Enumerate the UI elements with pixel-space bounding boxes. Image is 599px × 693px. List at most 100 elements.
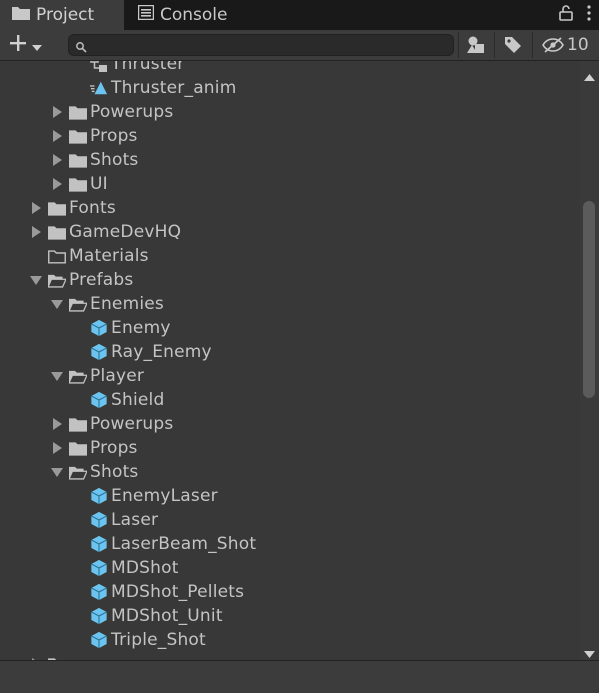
folder-item[interactable]: Shots bbox=[0, 460, 580, 484]
scrollbar-thumb[interactable] bbox=[583, 201, 595, 398]
animation-clip-icon bbox=[90, 79, 108, 97]
prefab-item[interactable]: Triple_Shot bbox=[0, 628, 580, 652]
eye-slash-icon bbox=[542, 37, 564, 53]
tree-item-label: Thruster_anim bbox=[111, 78, 237, 98]
folder-icon bbox=[48, 223, 66, 241]
tree-item-label: Shield bbox=[111, 390, 165, 410]
hidden-packages-toggle[interactable]: 10 bbox=[542, 35, 589, 55]
create-button[interactable] bbox=[8, 34, 52, 56]
folder-item[interactable]: Materials bbox=[0, 244, 580, 268]
prefab-item[interactable]: MDShot_Pellets bbox=[0, 580, 580, 604]
tree-item-label: Player bbox=[90, 366, 145, 386]
hidden-count: 10 bbox=[567, 35, 589, 55]
folder-item[interactable]: Powerups bbox=[0, 100, 580, 124]
asset-item[interactable]: Thruster bbox=[0, 61, 580, 76]
search-by-type-icon[interactable] bbox=[466, 35, 486, 55]
folder-item[interactable]: Prefabs bbox=[0, 268, 580, 292]
folder-icon bbox=[12, 5, 30, 25]
chevron-right-icon[interactable] bbox=[51, 129, 63, 143]
prefab-icon bbox=[90, 319, 108, 337]
prefab-item[interactable]: Ray_Enemy bbox=[0, 340, 580, 364]
chevron-down-icon[interactable] bbox=[51, 465, 63, 479]
more-options-icon[interactable] bbox=[587, 5, 591, 25]
tree-item-label: EnemyLaser bbox=[111, 486, 218, 506]
prefab-icon bbox=[90, 511, 108, 529]
search-icon bbox=[75, 38, 87, 57]
folder-item[interactable]: UI bbox=[0, 172, 580, 196]
vertical-scrollbar[interactable] bbox=[580, 61, 599, 660]
folder-item[interactable]: GameDevHQ bbox=[0, 220, 580, 244]
search-input[interactable] bbox=[91, 35, 451, 57]
chevron-right-icon[interactable] bbox=[30, 201, 42, 215]
chevron-right-icon[interactable] bbox=[51, 441, 63, 455]
tree-item-label: Fonts bbox=[69, 198, 116, 218]
project-window: Project Console 10 Thruster Thruster_ani… bbox=[0, 0, 599, 693]
tree-item-label: Props bbox=[90, 126, 138, 146]
chevron-down-icon bbox=[32, 36, 42, 55]
prefab-item[interactable]: MDShot_Unit bbox=[0, 604, 580, 628]
open-folder-icon bbox=[69, 295, 87, 313]
tab-console[interactable]: Console bbox=[126, 0, 326, 30]
prefab-item[interactable]: MDShot bbox=[0, 556, 580, 580]
tab-label: Console bbox=[160, 5, 228, 25]
tree-item-label: Triple_Shot bbox=[111, 630, 206, 650]
tab-bar: Project Console bbox=[0, 0, 599, 30]
label-tag-icon[interactable] bbox=[504, 35, 522, 55]
folder-icon bbox=[69, 103, 87, 121]
scroll-up-icon[interactable] bbox=[584, 66, 595, 85]
prefab-item[interactable]: EnemyLaser bbox=[0, 484, 580, 508]
animator-controller-icon bbox=[90, 61, 108, 73]
tree-item-label: Enemies bbox=[90, 294, 164, 314]
folder-item[interactable]: Props bbox=[0, 124, 580, 148]
asset-item[interactable]: Thruster_anim bbox=[0, 76, 580, 100]
tree-item-label: MDShot bbox=[111, 558, 179, 578]
folder-item[interactable]: Enemies bbox=[0, 292, 580, 316]
tree-item-label: Enemy bbox=[111, 318, 171, 338]
open-folder-icon bbox=[69, 463, 87, 481]
chevron-right-icon[interactable] bbox=[51, 153, 63, 167]
folder-item[interactable] bbox=[0, 652, 580, 660]
tree-item-label: Shots bbox=[90, 150, 139, 170]
tab-project[interactable]: Project bbox=[0, 0, 124, 30]
open-folder-icon bbox=[69, 367, 87, 385]
prefab-icon bbox=[90, 535, 108, 553]
folder-item[interactable]: Fonts bbox=[0, 196, 580, 220]
chevron-down-icon[interactable] bbox=[51, 297, 63, 311]
folder-item[interactable]: Powerups bbox=[0, 412, 580, 436]
prefab-item[interactable]: LaserBeam_Shot bbox=[0, 532, 580, 556]
chevron-right-icon[interactable] bbox=[51, 177, 63, 191]
prefab-item[interactable]: Enemy bbox=[0, 316, 580, 340]
prefab-item[interactable]: Shield bbox=[0, 388, 580, 412]
tab-label: Project bbox=[36, 5, 95, 25]
search-field[interactable] bbox=[68, 34, 454, 57]
console-icon bbox=[137, 4, 155, 25]
prefab-icon bbox=[90, 607, 108, 625]
chevron-right-icon[interactable] bbox=[30, 225, 42, 239]
folder-item[interactable]: Player bbox=[0, 364, 580, 388]
folder-item[interactable]: Props bbox=[0, 436, 580, 460]
chevron-right-icon[interactable] bbox=[51, 417, 63, 431]
lock-icon[interactable] bbox=[559, 5, 573, 25]
tree-item-label: Thruster bbox=[111, 61, 185, 74]
tree-item-label: Shots bbox=[90, 462, 139, 482]
chevron-down-icon[interactable] bbox=[51, 369, 63, 383]
chevron-down-icon[interactable] bbox=[30, 273, 42, 287]
tree-item-label: Powerups bbox=[90, 414, 174, 434]
folder-item[interactable]: Shots bbox=[0, 148, 580, 172]
prefab-icon bbox=[90, 631, 108, 649]
prefab-item[interactable]: Laser bbox=[0, 508, 580, 532]
chevron-right-icon[interactable] bbox=[51, 105, 63, 119]
folder-icon bbox=[69, 151, 87, 169]
folder-icon bbox=[69, 175, 87, 193]
tree-item-label: UI bbox=[90, 174, 108, 194]
tree-item-label: Materials bbox=[69, 246, 149, 266]
tree-item-label: MDShot_Unit bbox=[111, 606, 223, 626]
